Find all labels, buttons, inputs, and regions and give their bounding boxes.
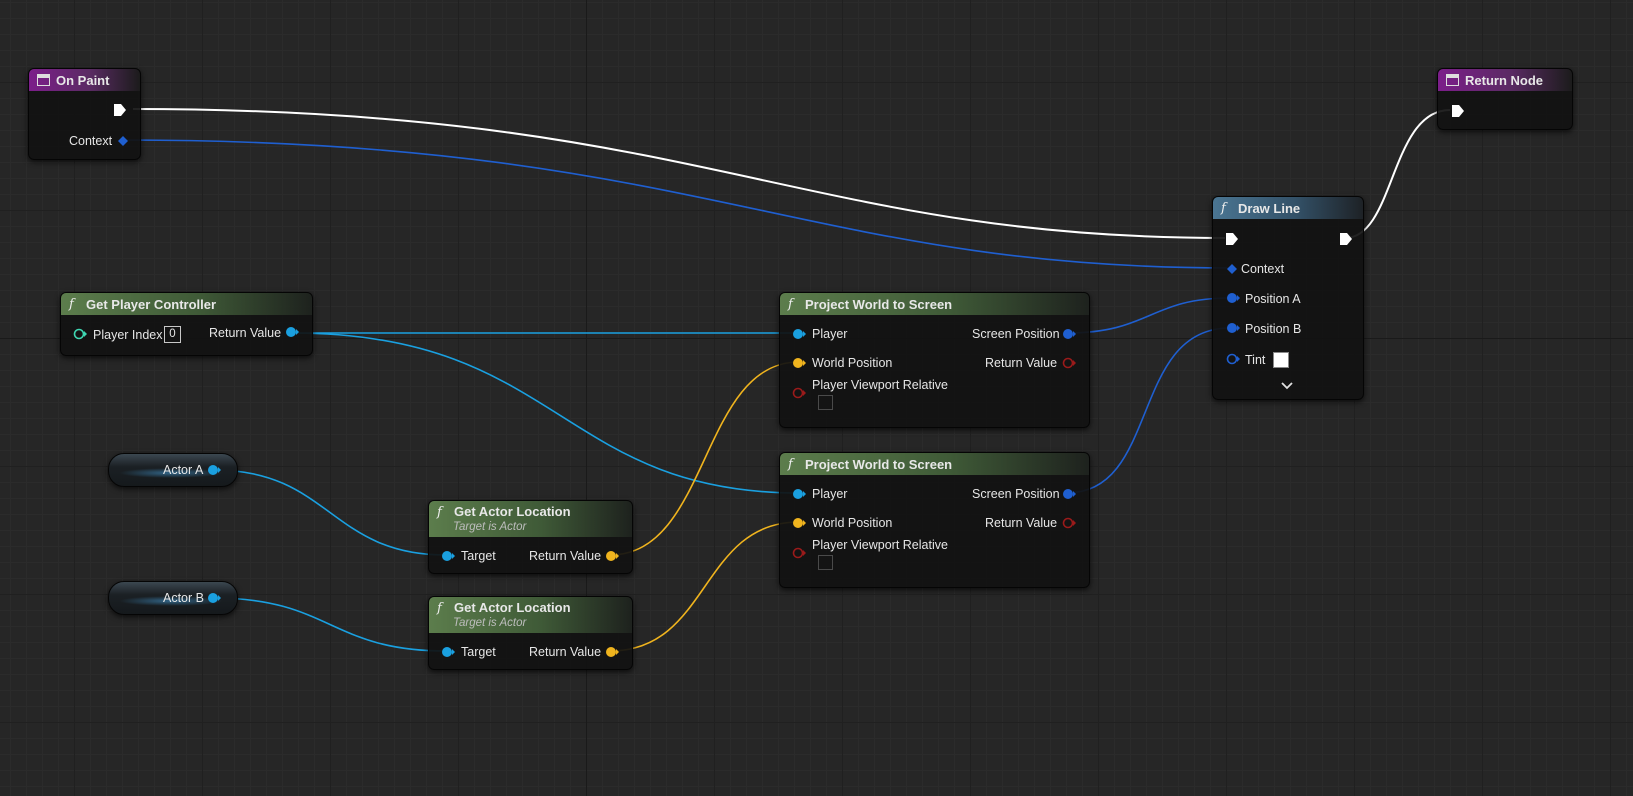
viewport-relative-pin[interactable]	[792, 547, 806, 559]
viewport-relative-checkbox[interactable]	[818, 555, 833, 570]
target-pin[interactable]	[441, 550, 455, 562]
project-world-to-screen-node-2[interactable]: f Project World to Screen Player Screen …	[779, 452, 1090, 588]
player-pin[interactable]	[792, 328, 806, 340]
get-actor-location-subtitle: Target is Actor	[453, 521, 527, 533]
project-world-to-screen-title: Project World to Screen	[805, 296, 953, 312]
target-pin[interactable]	[441, 646, 455, 658]
return-value-pin[interactable]	[605, 646, 619, 658]
position-b-pin[interactable]	[1226, 322, 1240, 334]
function-icon: f	[437, 505, 442, 520]
draw-line-header: f Draw Line	[1213, 197, 1363, 219]
world-position-label: World Position	[812, 516, 893, 530]
target-label: Target	[461, 549, 496, 563]
on-paint-header: On Paint	[29, 69, 140, 91]
player-pin[interactable]	[792, 488, 806, 500]
on-paint-title: On Paint	[56, 72, 110, 88]
get-actor-location-title: Get Actor Location	[454, 600, 571, 615]
return-value-label: Return Value	[985, 356, 1058, 370]
position-b-label: Position B	[1245, 322, 1302, 336]
screen-pos-wire-2[interactable]	[1066, 327, 1231, 494]
function-entry-icon	[1446, 74, 1459, 86]
viewport-relative-label: Player Viewport Relative	[812, 538, 948, 552]
return-value-label: Return Value	[985, 516, 1058, 530]
get-actor-location-header: f Get Actor Location Target is Actor	[429, 501, 632, 537]
chevron-down-icon[interactable]	[1281, 382, 1293, 390]
project-world-to-screen-header: f Project World to Screen	[780, 293, 1089, 315]
screen-pos-wire-1[interactable]	[1066, 297, 1231, 334]
context-wire[interactable]	[121, 139, 1231, 269]
return-node-header: Return Node	[1438, 69, 1572, 91]
viewport-relative-label: Player Viewport Relative	[812, 378, 948, 392]
function-icon: f	[1221, 200, 1226, 216]
tint-color-swatch[interactable]	[1273, 352, 1289, 368]
viewport-relative-pin[interactable]	[792, 387, 806, 399]
return-node[interactable]: Return Node	[1437, 68, 1573, 130]
context-out-pin[interactable]	[117, 135, 129, 147]
player-index-input[interactable]: 0	[164, 326, 181, 343]
actor-b-label: Actor B	[163, 591, 204, 605]
context-label: Context	[69, 134, 113, 148]
actor-b-wire[interactable]	[213, 597, 447, 652]
get-player-controller-header: f Get Player Controller	[61, 293, 312, 315]
return-node-title: Return Node	[1465, 72, 1543, 88]
actor-a-wire[interactable]	[213, 469, 447, 556]
return-value-pin[interactable]	[605, 550, 619, 562]
function-icon: f	[437, 601, 442, 616]
get-actor-location-header: f Get Actor Location Target is Actor	[429, 597, 632, 633]
function-icon: f	[788, 296, 793, 312]
event-icon	[37, 74, 50, 86]
return-value-label: Return Value	[209, 326, 282, 340]
get-actor-location-node-2[interactable]: f Get Actor Location Target is Actor Targ…	[428, 596, 633, 670]
player-label: Player	[812, 327, 848, 341]
player-label: Player	[812, 487, 848, 501]
actor-a-variable-node[interactable]: Actor A	[108, 453, 238, 487]
function-icon: f	[788, 456, 793, 472]
screen-position-label: Screen Position	[972, 327, 1060, 341]
return-value-label: Return Value	[529, 549, 602, 563]
tint-pin[interactable]	[1226, 353, 1240, 365]
function-icon: f	[69, 296, 74, 312]
viewport-relative-checkbox[interactable]	[818, 395, 833, 410]
actor-a-label: Actor A	[163, 463, 204, 477]
project-world-to-screen-header: f Project World to Screen	[780, 453, 1089, 475]
actor-b-out-pin[interactable]	[207, 592, 221, 604]
tint-label: Tint	[1245, 353, 1266, 367]
context-label: Context	[1241, 262, 1285, 276]
world-position-pin[interactable]	[792, 517, 806, 529]
position-a-pin[interactable]	[1226, 292, 1240, 304]
return-value-pin[interactable]	[1062, 517, 1076, 529]
return-value-pin[interactable]	[285, 326, 299, 338]
world-position-label: World Position	[812, 356, 893, 370]
get-actor-location-subtitle: Target is Actor	[453, 617, 527, 629]
screen-position-pin[interactable]	[1062, 488, 1076, 500]
exec-out-pin[interactable]	[113, 103, 127, 117]
draw-line-title: Draw Line	[1238, 200, 1301, 216]
get-player-controller-node[interactable]: f Get Player Controller Player Index 0 R…	[60, 292, 313, 356]
screen-position-label: Screen Position	[972, 487, 1060, 501]
on-paint-node[interactable]: On Paint Context	[28, 68, 141, 160]
context-in-pin[interactable]	[1226, 263, 1238, 275]
draw-line-node[interactable]: f Draw Line Context Position A Position …	[1212, 196, 1364, 400]
exec-out-pin[interactable]	[1339, 232, 1353, 246]
target-label: Target	[461, 645, 496, 659]
exec-in-pin[interactable]	[1225, 232, 1239, 246]
screen-position-pin[interactable]	[1062, 328, 1076, 340]
world-position-pin[interactable]	[792, 357, 806, 369]
player-index-pin[interactable]	[73, 328, 87, 340]
return-value-pin[interactable]	[1062, 357, 1076, 369]
vector-wire-2[interactable]	[609, 521, 800, 652]
position-a-label: Position A	[1245, 292, 1301, 306]
exec-wire-onpaint-drawline[interactable]	[132, 108, 1226, 239]
player-wire-2[interactable]	[291, 332, 800, 494]
exec-in-pin[interactable]	[1451, 104, 1465, 118]
get-player-controller-title: Get Player Controller	[86, 296, 217, 312]
player-index-label: Player Index	[93, 328, 163, 342]
project-world-to-screen-node-1[interactable]: f Project World to Screen Player Screen …	[779, 292, 1090, 428]
return-value-label: Return Value	[529, 645, 602, 659]
get-actor-location-node-1[interactable]: f Get Actor Location Target is Actor Targ…	[428, 500, 633, 574]
actor-b-variable-node[interactable]: Actor B	[108, 581, 238, 615]
actor-a-out-pin[interactable]	[207, 464, 221, 476]
get-actor-location-title: Get Actor Location	[454, 504, 571, 519]
project-world-to-screen-title: Project World to Screen	[805, 456, 953, 472]
